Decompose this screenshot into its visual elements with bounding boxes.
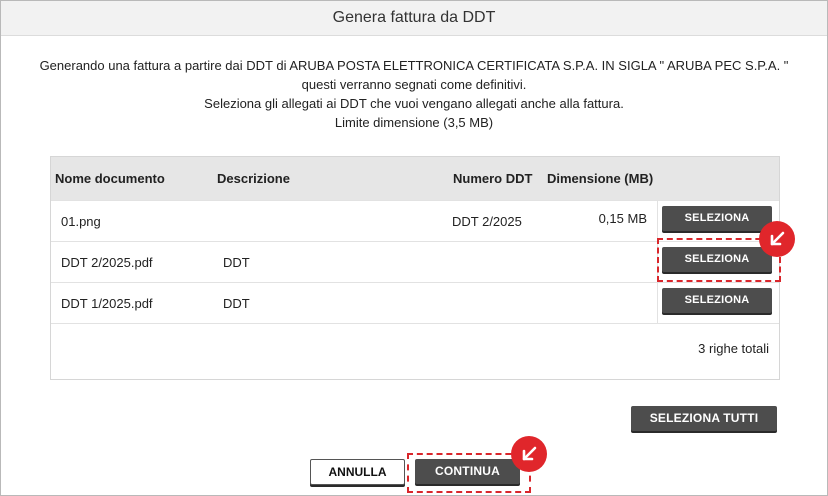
- arrow-down-left-icon: [759, 221, 795, 257]
- header-size: Dimensione (MB): [547, 171, 654, 186]
- intro-line-2: questi verranno segnati come definitivi.: [301, 77, 527, 92]
- column-divider: [657, 283, 658, 323]
- table-row: DDT 1/2025.pdf DDT SELEZIONA: [51, 282, 779, 323]
- column-divider: [657, 201, 658, 241]
- arrow-down-left-icon-glyph: [522, 446, 537, 461]
- intro-text: Generando una fattura a partire dai DDT …: [1, 56, 827, 132]
- header-name: Nome documento: [55, 171, 165, 186]
- row-name: DDT 2/2025.pdf: [61, 255, 153, 270]
- dialog: Genera fattura da DDT Generando una fatt…: [0, 0, 828, 496]
- dialog-title: Genera fattura da DDT: [1, 1, 827, 36]
- intro-line-3: Seleziona gli allegati ai DDT che vuoi v…: [204, 96, 624, 111]
- row-count: 3 righe totali: [698, 341, 769, 356]
- header-number: Numero DDT: [453, 171, 533, 186]
- intro-line-4: Limite dimensione (3,5 MB): [334, 115, 494, 130]
- row-description: DDT: [223, 255, 250, 270]
- row-name: 01.png: [61, 214, 101, 229]
- select-button-row-1[interactable]: SELEZIONA: [662, 206, 772, 231]
- select-button-row-3[interactable]: SELEZIONA: [662, 288, 772, 313]
- select-all-button[interactable]: SELEZIONA TUTTI: [631, 406, 777, 431]
- header-description: Descrizione: [217, 171, 290, 186]
- arrow-down-left-icon-glyph: [770, 231, 785, 246]
- row-description: DDT: [223, 296, 250, 311]
- table-footer: 3 righe totali: [51, 323, 779, 380]
- row-name: DDT 1/2025.pdf: [61, 296, 153, 311]
- table-row: 01.png DDT 2/2025 0,15 MB SELEZIONA: [51, 200, 779, 241]
- row-number: DDT 2/2025: [452, 214, 522, 229]
- row-size: 0,15 MB: [598, 211, 647, 226]
- arrow-down-left-icon: [511, 436, 547, 472]
- intro-line-1: Generando una fattura a partire dai DDT …: [39, 58, 789, 73]
- table-header: Nome documento Descrizione Numero DDT Di…: [51, 157, 779, 200]
- cancel-button[interactable]: ANNULLA: [310, 459, 405, 485]
